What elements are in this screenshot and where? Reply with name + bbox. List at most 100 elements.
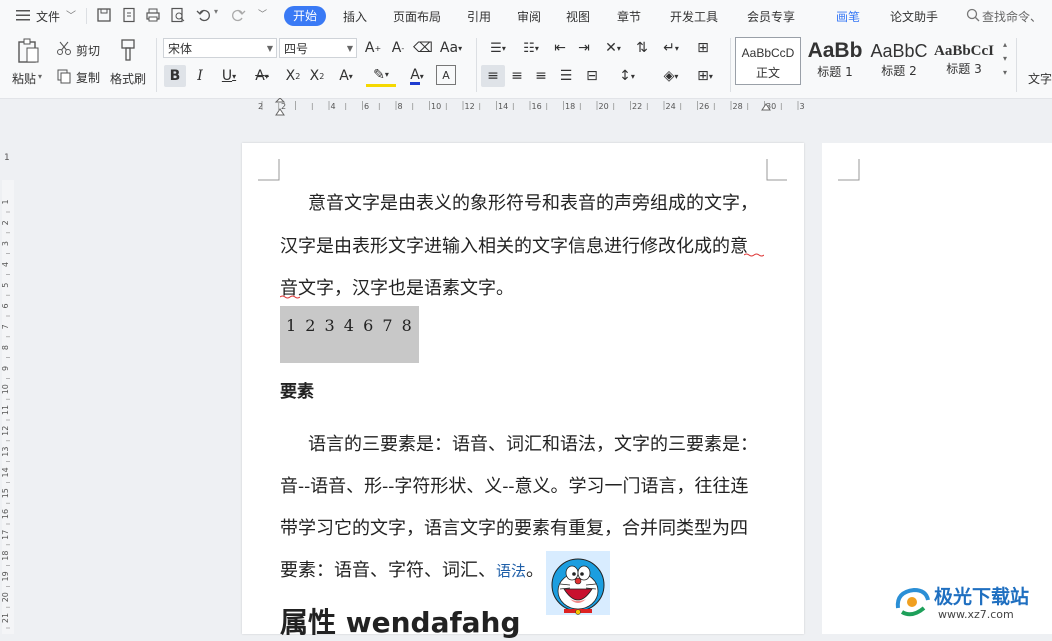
tab-developer[interactable]: 开发工具: [670, 8, 718, 25]
strikethrough-icon[interactable]: A ▾: [248, 65, 276, 87]
ruler-label: 24: [666, 102, 676, 111]
bullet-list-icon[interactable]: ☰ ▾: [483, 38, 513, 58]
export-pdf-icon[interactable]: [121, 7, 137, 23]
paste-button[interactable]: 粘贴: [12, 70, 36, 87]
paragraph-line[interactable]: 意音文字是由表义的象形符号和表音的声旁组成的文字，: [280, 189, 758, 215]
ruler-label: 4: [331, 102, 336, 111]
underline-icon[interactable]: U ▾: [214, 65, 244, 87]
decrease-font-size-icon[interactable]: A-: [388, 38, 408, 58]
highlight-color-icon[interactable]: ✎ ▾: [366, 65, 396, 87]
style-heading-3[interactable]: AaBbCcI 标题 3: [931, 37, 997, 85]
tab-member[interactable]: 会员专享: [747, 8, 795, 25]
paste-icon[interactable]: [16, 38, 40, 64]
style-label: 正文: [755, 66, 780, 80]
chinese-layout-icon[interactable]: ✕ ▾: [598, 38, 628, 58]
paragraph-line[interactable]: 音--语音、形--字符形状、义--意义。学习一门语言，往往连: [280, 472, 749, 498]
ruler-label: 8: [1, 345, 10, 350]
paragraph-line[interactable]: 音文字，汉字也是语素文字。: [280, 274, 514, 300]
line-spacing-icon[interactable]: ↕ ▾: [612, 65, 642, 87]
redo-icon[interactable]: [230, 7, 246, 23]
sort-icon[interactable]: ⇅: [632, 38, 652, 58]
tab-references[interactable]: 引用: [467, 8, 491, 25]
format-painter-button[interactable]: 格式刷: [110, 70, 146, 87]
chevron-down-icon[interactable]: ﹀: [66, 7, 76, 22]
tab-page-layout[interactable]: 页面布局: [393, 8, 441, 25]
style-heading-2[interactable]: AaBbC 标题 2: [867, 37, 931, 85]
tab-review[interactable]: 审阅: [517, 8, 541, 25]
vertical-ruler[interactable]: 1 2 3 4 5 6 7 8 9 10 11 12 13 14 15 16 17 18 19 20 21: [0, 140, 16, 634]
styles-scroll[interactable]: ▴ ▾ ▾: [999, 38, 1011, 86]
tab-stop-icon[interactable]: ⊞: [692, 38, 714, 58]
command-search-input[interactable]: 查找命令、: [982, 8, 1042, 25]
heading-elements[interactable]: 要素: [280, 377, 314, 402]
bold-icon[interactable]: B: [164, 65, 186, 87]
ruler-label: 2: [1, 220, 10, 225]
border-icon[interactable]: ⊞ ▾: [690, 65, 720, 87]
scissors-icon: [57, 41, 71, 55]
cut-button[interactable]: 剪切: [76, 42, 100, 59]
tab-thesis-assistant[interactable]: 论文助手: [890, 8, 938, 25]
highlighted-number-block[interactable]: 1 2 3 4 6 7 8: [280, 306, 419, 363]
paragraph-line[interactable]: 要素：语音、字符、词汇、语法。: [280, 556, 544, 582]
tab-home[interactable]: 开始: [284, 6, 326, 26]
decrease-indent-icon[interactable]: ⇤: [550, 38, 570, 58]
font-color-icon[interactable]: A ▾: [402, 65, 432, 87]
undo-dropdown-icon[interactable]: ▾: [214, 7, 218, 16]
subscript-icon[interactable]: X2: [306, 65, 328, 87]
copy-button[interactable]: 复制: [76, 69, 100, 86]
text-tools-button[interactable]: 文字: [1028, 70, 1052, 87]
character-border-icon[interactable]: A: [436, 65, 456, 85]
style-label: 标题 2: [881, 64, 917, 78]
paragraph-line[interactable]: 语言的三要素是：语音、词汇和语法，文字的三要素是：: [280, 430, 758, 456]
hamburger-icon[interactable]: [16, 10, 30, 21]
format-painter-icon[interactable]: [118, 38, 138, 62]
font-name-select[interactable]: 宋体 ▼: [163, 38, 277, 58]
print-icon[interactable]: [145, 7, 161, 23]
align-center-icon[interactable]: ≡: [507, 65, 527, 87]
search-icon[interactable]: [966, 8, 980, 22]
doraemon-image[interactable]: [546, 551, 610, 615]
ruler-label: 6: [1, 303, 10, 308]
ruler-label: 7: [1, 324, 10, 329]
tab-insert[interactable]: 插入: [343, 8, 367, 25]
increase-indent-icon[interactable]: ⇥: [574, 38, 594, 58]
paragraph-line[interactable]: 汉字是由表形文字进输入相关的文字信息进行修改化成的意: [280, 232, 748, 258]
save-icon[interactable]: [96, 7, 112, 23]
heading-attributes[interactable]: 属性 wendafahg: [280, 601, 521, 641]
style-normal[interactable]: AaBbCcD 正文: [735, 37, 801, 85]
paste-dropdown-icon[interactable]: ▾: [38, 72, 42, 81]
file-menu[interactable]: 文件: [36, 8, 60, 25]
shading-icon[interactable]: ◈ ▾: [656, 65, 686, 87]
tab-chapter[interactable]: 章节: [617, 8, 641, 25]
tab-view[interactable]: 视图: [566, 8, 590, 25]
print-preview-icon[interactable]: [170, 7, 186, 23]
horizontal-ruler[interactable]: 22468101214161820222426283032: [254, 97, 810, 116]
show-marks-icon[interactable]: ↵ ▾: [656, 38, 686, 58]
customize-toolbar-icon[interactable]: ﹀: [258, 7, 267, 20]
ruler-label: 2: [281, 102, 286, 111]
change-case-icon[interactable]: Aa ▾: [437, 38, 465, 58]
spellcheck-underline: [744, 253, 764, 257]
text-effect-icon[interactable]: A ▾: [332, 65, 360, 87]
ribbon-toolbar: 粘贴 ▾ 剪切 复制 格式刷 宋体 ▼ 四号 ▼ A + A- ⌫ Aa ▾ B I U…: [0, 32, 1052, 99]
paragraph-line[interactable]: 带学习它的文字，语言文字的要素有重复，合并同类型为四: [280, 514, 748, 540]
justify-icon[interactable]: ☰: [556, 65, 576, 87]
italic-icon[interactable]: I: [190, 65, 210, 87]
font-size-select[interactable]: 四号 ▼: [279, 38, 357, 58]
ruler-label: 16: [1, 509, 10, 519]
document-page[interactable]: 意音文字是由表义的象形符号和表音的声旁组成的文字， 汉字是由表形文字进输入相关的…: [242, 143, 804, 639]
grammar-link[interactable]: 语法: [496, 562, 526, 580]
clear-format-icon[interactable]: ⌫: [413, 38, 433, 58]
numbered-list-icon[interactable]: ☷ ▾: [516, 38, 546, 58]
ruler-label: 13: [1, 447, 10, 457]
document-page-2[interactable]: [822, 143, 1052, 634]
style-heading-1[interactable]: AaBb 标题 1: [803, 37, 867, 85]
page-corner-mark: [258, 159, 280, 181]
distributed-align-icon[interactable]: ⊟: [581, 65, 603, 87]
align-right-icon[interactable]: ≡: [531, 65, 551, 87]
align-left-icon[interactable]: ≡: [481, 65, 505, 87]
tab-pen[interactable]: 画笔: [836, 8, 860, 25]
superscript-icon[interactable]: X2: [282, 65, 304, 87]
undo-icon[interactable]: [196, 7, 212, 23]
increase-font-size-icon[interactable]: A +: [363, 38, 383, 58]
